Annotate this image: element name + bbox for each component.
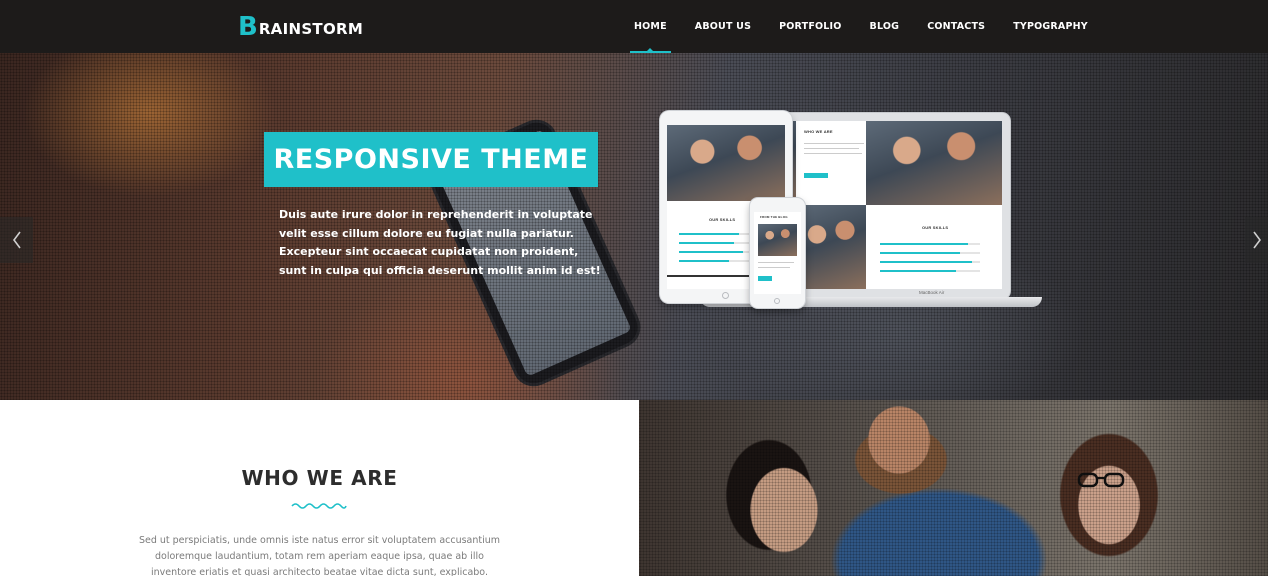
laptop-brand: MacBook Air xyxy=(919,290,945,295)
nav-item-about-us[interactable]: ABOUT US xyxy=(681,0,765,53)
who-text-line: doloremque laudantium, totam rem aperiam… xyxy=(155,551,484,562)
who-we-are-text: Sed ut perspiciatis, unde omnis iste nat… xyxy=(110,533,529,576)
chevron-left-icon xyxy=(12,231,21,249)
team-photo xyxy=(639,400,1268,576)
who-we-are-section: WHO WE ARE Sed ut perspiciatis, unde omn… xyxy=(0,400,639,576)
logo-letter: B xyxy=(238,12,258,42)
who-we-are-title: WHO WE ARE xyxy=(241,466,398,490)
hero-text-line: sunt in culpa qui officia deserunt molli… xyxy=(279,263,601,277)
slider-prev-button[interactable] xyxy=(0,217,33,263)
hero-description: Duis aute irure dolor in reprehenderit i… xyxy=(279,206,601,280)
laptop-heading: WHO WE ARE xyxy=(804,129,833,134)
nav-item-typography[interactable]: TYPOGRAPHY xyxy=(999,0,1102,53)
main-nav: HOME ABOUT US PORTFOLIO BLOG CONTACTS TY… xyxy=(620,0,1102,53)
hero-dot-overlay xyxy=(0,53,1268,400)
who-text-line: Sed ut perspiciatis, unde omnis iste nat… xyxy=(138,535,501,546)
who-text-line: inventore eriatis et quasi architecto be… xyxy=(151,567,488,576)
tablet-skills-heading: OUR SKILLS xyxy=(709,217,736,222)
phone-mockup: FROM THE BLOG xyxy=(750,198,805,308)
device-mockup-image: WHO WE ARE OUR SKILLS MacBook Air OUR SK… xyxy=(660,111,1045,321)
phone-heading: FROM THE BLOG xyxy=(760,215,788,219)
logo-text: RAINSTORM xyxy=(258,19,364,38)
nav-item-home[interactable]: HOME xyxy=(620,0,681,53)
hero-text-line: Excepteur sint occaecat cupidatat non pr… xyxy=(279,245,579,258)
hero-slider: RESPONSIVE THEME Duis aute irure dolor i… xyxy=(0,53,1268,400)
nav-item-blog[interactable]: BLOG xyxy=(856,0,914,53)
slider-next-button[interactable] xyxy=(1245,217,1268,263)
nav-item-contacts[interactable]: CONTACTS xyxy=(913,0,999,53)
hero-title-box: RESPONSIVE THEME xyxy=(264,132,598,187)
nav-item-portfolio[interactable]: PORTFOLIO xyxy=(765,0,855,53)
brand-logo[interactable]: B RAINSTORM xyxy=(238,12,364,42)
wave-divider-icon xyxy=(291,503,347,509)
laptop-skills-heading: OUR SKILLS xyxy=(922,225,949,230)
chevron-right-icon xyxy=(1252,231,1261,249)
hero-text-line: velit esse cillum dolore eu fugiat nulla… xyxy=(279,226,574,240)
top-navbar: B RAINSTORM HOME ABOUT US PORTFOLIO BLOG… xyxy=(0,0,1268,53)
hero-title: RESPONSIVE THEME xyxy=(273,144,589,175)
hero-text-line: Duis aute irure dolor in reprehenderit i… xyxy=(279,208,593,221)
